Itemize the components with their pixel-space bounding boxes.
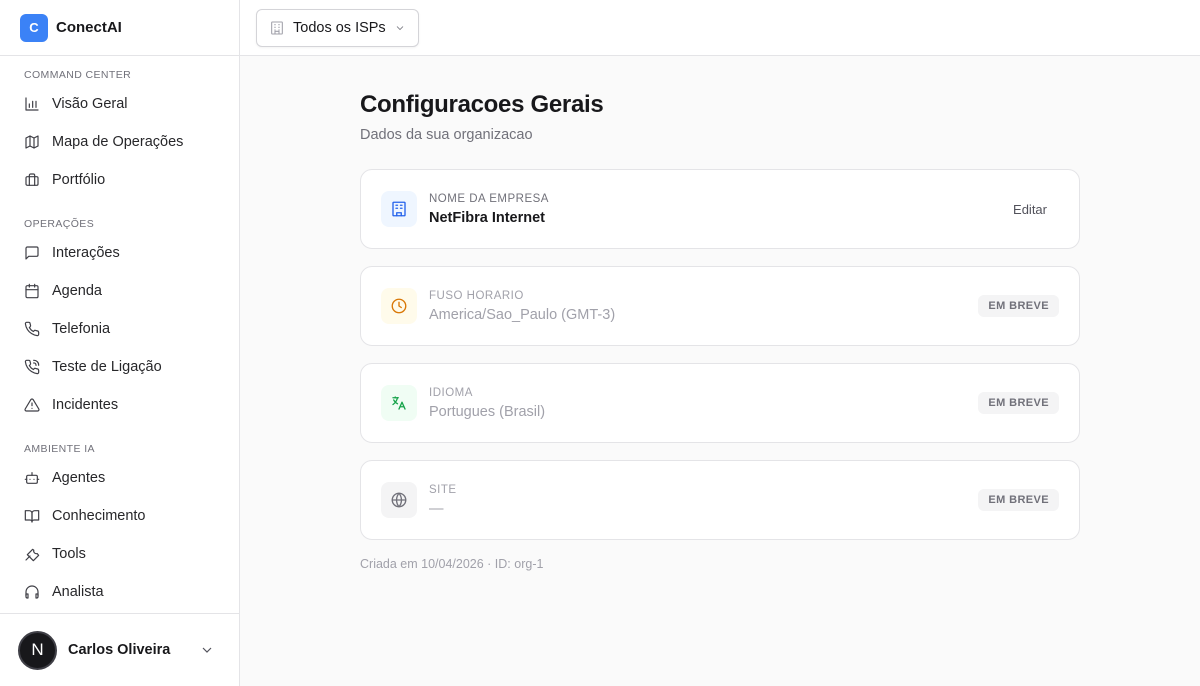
brand-name: ConectAI xyxy=(56,19,122,36)
bot-icon xyxy=(24,472,40,484)
avatar: N xyxy=(18,630,57,670)
user-name: Carlos Oliveira xyxy=(68,642,171,658)
coming-soon-badge: EM BREVE xyxy=(978,489,1059,511)
chevron-down-icon xyxy=(396,25,403,30)
card-icon-wrap xyxy=(381,191,417,227)
setting-card-site: SITE — EM BREVE xyxy=(360,460,1080,540)
message-square-icon xyxy=(25,246,39,260)
isp-select[interactable]: Todos os ISPs xyxy=(256,8,419,47)
sidebar-item-analista[interactable]: Analista xyxy=(0,573,239,611)
org-meta: Criada em 10/04/2026 · ID: org-1 xyxy=(360,557,544,571)
page-title: Configuracoes Gerais xyxy=(360,91,604,118)
sidebar-item-label: Teste de Ligação xyxy=(52,359,162,375)
phone-call-icon xyxy=(24,359,40,375)
isp-select-value: Todos os ISPs xyxy=(293,19,386,36)
chevron-down-icon xyxy=(202,647,212,653)
sidebar-item-label: Telefonia xyxy=(52,321,111,337)
setting-card-company-name: NOME DA EMPRESA NetFibra Internet Editar xyxy=(360,169,1080,249)
setting-card-language: IDIOMA Portugues (Brasil) EM BREVE xyxy=(360,363,1080,443)
sidebar-item-portfolio[interactable]: Portfólio xyxy=(0,161,239,199)
brand[interactable]: C ConectAI xyxy=(0,0,239,56)
clock-icon xyxy=(391,298,407,314)
setting-label: SITE xyxy=(429,483,457,496)
coming-soon-badge: EM BREVE xyxy=(978,295,1059,317)
sidebar-item-visao-geral[interactable]: Visão Geral xyxy=(0,85,239,123)
card-text: IDIOMA Portugues (Brasil) xyxy=(429,387,978,420)
setting-label: IDIOMA xyxy=(429,386,473,399)
sidebar-item-conhecimento[interactable]: Conhecimento xyxy=(0,497,239,535)
card-text: FUSO HORARIO America/Sao_Paulo (GMT-3) xyxy=(429,290,978,323)
building-icon xyxy=(392,201,406,217)
book-open-icon xyxy=(24,510,40,523)
sidebar: C ConectAI COMMAND CENTER Visão Geral Ma… xyxy=(0,0,240,686)
topbar: Todos os ISPs xyxy=(240,0,1200,56)
bar-chart-icon xyxy=(25,97,39,111)
settings-list: NOME DA EMPRESA NetFibra Internet Editar… xyxy=(360,169,1080,540)
wrench-icon xyxy=(25,548,40,562)
globe-icon xyxy=(391,492,407,508)
nav-section-title: OPERAÇÕES xyxy=(24,218,95,230)
card-icon-wrap xyxy=(381,482,417,518)
sidebar-item-teste-ligacao[interactable]: Teste de Ligação xyxy=(0,348,239,386)
setting-value: America/Sao_Paulo (GMT-3) xyxy=(429,306,616,323)
card-icon-wrap xyxy=(381,288,417,324)
setting-value: Portugues (Brasil) xyxy=(429,403,546,420)
sidebar-item-interacoes[interactable]: Interações xyxy=(0,234,239,272)
edit-button[interactable]: Editar xyxy=(1001,196,1059,223)
sidebar-item-label: Portfólio xyxy=(52,172,106,188)
nav-section-title: AMBIENTE IA xyxy=(24,443,95,455)
setting-label: NOME DA EMPRESA xyxy=(429,192,549,205)
sidebar-item-label: Analista xyxy=(52,584,104,600)
card-icon-wrap xyxy=(381,385,417,421)
nav-section-title: COMMAND CENTER xyxy=(24,69,132,81)
headphones-icon xyxy=(25,585,39,599)
card-text: SITE — xyxy=(429,484,978,517)
brand-logo: C xyxy=(20,13,48,42)
sidebar-item-agenda[interactable]: Agenda xyxy=(0,272,239,310)
setting-label: FUSO HORARIO xyxy=(429,289,524,302)
sidebar-item-label: Tools xyxy=(52,546,86,562)
sidebar-item-label: Interações xyxy=(52,245,120,261)
app-root: C ConectAI COMMAND CENTER Visão Geral Ma… xyxy=(0,0,1200,686)
calendar-icon xyxy=(25,283,39,299)
setting-value: NetFibra Internet xyxy=(429,209,546,226)
setting-value: — xyxy=(429,500,444,517)
sidebar-item-tools[interactable]: Tools xyxy=(0,535,239,573)
alert-triangle-icon xyxy=(24,398,40,412)
setting-card-timezone: FUSO HORARIO America/Sao_Paulo (GMT-3) E… xyxy=(360,266,1080,346)
user-menu[interactable]: N Carlos Oliveira xyxy=(0,613,239,686)
nav-section-operacoes: OPERAÇÕES Interações Agenda Telefonia Te… xyxy=(0,218,239,424)
main-area: Todos os ISPs Configuracoes Gerais Dados… xyxy=(240,0,1200,686)
sidebar-item-label: Agenda xyxy=(52,283,102,299)
nav-section-ambiente-ia: AMBIENTE IA Agentes Conhecimento Tools A… xyxy=(0,443,239,611)
settings-content: Configuracoes Gerais Dados da sua organi… xyxy=(240,56,1200,571)
card-text: NOME DA EMPRESA NetFibra Internet xyxy=(429,193,1001,226)
briefcase-icon xyxy=(25,173,39,186)
sidebar-item-mapa-operacoes[interactable]: Mapa de Operações xyxy=(0,123,239,161)
coming-soon-badge: EM BREVE xyxy=(978,392,1059,414)
sidebar-item-label: Mapa de Operações xyxy=(52,134,184,150)
map-icon xyxy=(25,135,39,149)
sidebar-item-agentes[interactable]: Agentes xyxy=(0,459,239,497)
sidebar-item-label: Visão Geral xyxy=(52,96,128,112)
page-subtitle: Dados da sua organizacao xyxy=(360,127,533,143)
nav-section-command-center: COMMAND CENTER Visão Geral Mapa de Opera… xyxy=(0,69,239,199)
sidebar-item-incidentes[interactable]: Incidentes xyxy=(0,386,239,424)
building-icon xyxy=(271,20,283,35)
sidebar-item-label: Agentes xyxy=(52,470,106,486)
sidebar-item-label: Conhecimento xyxy=(52,508,146,524)
sidebar-item-label: Incidentes xyxy=(52,397,119,413)
phone-icon xyxy=(24,321,40,337)
languages-icon xyxy=(392,396,406,410)
sidebar-nav: COMMAND CENTER Visão Geral Mapa de Opera… xyxy=(0,56,239,613)
sidebar-item-telefonia[interactable]: Telefonia xyxy=(0,310,239,348)
